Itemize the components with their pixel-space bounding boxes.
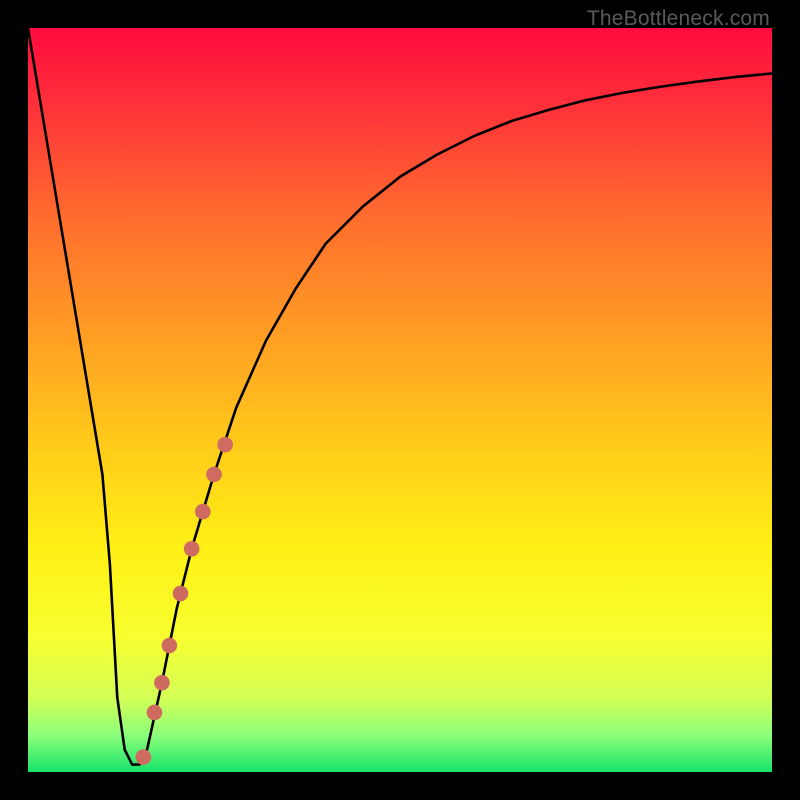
chart-frame: TheBottleneck.com (0, 0, 800, 800)
highlight-dot (195, 504, 211, 520)
highlight-dot (173, 586, 189, 602)
marker-group (136, 437, 233, 765)
highlight-dot (147, 705, 163, 721)
bottleneck-curve (28, 28, 772, 765)
highlight-dot (184, 541, 200, 557)
highlight-dot (154, 675, 170, 691)
highlight-dot (136, 749, 152, 765)
plot-area (28, 28, 772, 772)
highlight-dot (206, 467, 222, 483)
curve-layer (28, 28, 772, 772)
highlight-dot (162, 638, 178, 654)
highlight-dot (217, 437, 233, 453)
